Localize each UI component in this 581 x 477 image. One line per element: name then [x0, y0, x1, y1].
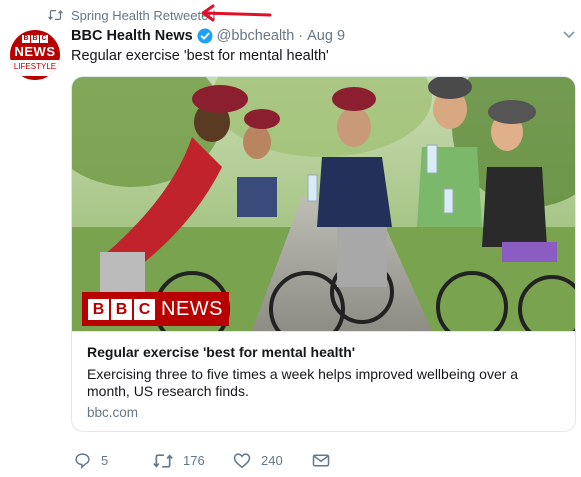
bbc-logo-blocks: B B C [22, 35, 48, 43]
avatar-news-text: NEWS [14, 44, 56, 59]
bbc-news-word: NEWS [161, 297, 223, 320]
like-count: 240 [261, 453, 283, 468]
chevron-down-icon[interactable] [562, 30, 576, 40]
verified-badge-icon [197, 28, 213, 44]
reply-count: 5 [101, 453, 109, 468]
bbc-logo-c: C [134, 298, 155, 320]
bbc-news-logo: B B C NEWS [82, 292, 229, 326]
heart-icon [233, 453, 251, 469]
card-title: Regular exercise 'best for mental health… [87, 344, 356, 360]
retweet-icon [48, 9, 63, 21]
retweet-count: 176 [183, 453, 205, 468]
avatar[interactable]: B B C NEWS LIFESTYLE [10, 30, 60, 80]
reply-icon [75, 453, 90, 469]
user-handle[interactable]: @bbchealth [217, 28, 295, 44]
bbc-logo-b2: B [111, 298, 132, 320]
envelope-icon [312, 454, 330, 467]
retweet-button[interactable]: 176 [153, 453, 233, 469]
tweet-header: BBC Health News @bbchealth · Aug 9 [71, 28, 345, 44]
retweeted-by-label: Spring Health Retweeted [71, 7, 216, 23]
bbc-logo-b2: B [31, 35, 39, 43]
card-description: Exercising three to five times a week he… [87, 366, 519, 399]
display-name[interactable]: BBC Health News [71, 28, 193, 44]
like-button[interactable]: 240 [233, 452, 312, 469]
bbc-logo-c: C [40, 35, 48, 43]
tweet-date[interactable]: Aug 9 [307, 28, 345, 44]
retweet-icon [153, 453, 173, 468]
link-card[interactable]: B B C NEWS Regular exercise 'best for me… [71, 76, 576, 432]
tweet-text: Regular exercise 'best for mental health… [71, 48, 329, 64]
avatar-lifestyle-text: LIFESTYLE [10, 60, 60, 76]
bbc-logo-b1: B [88, 298, 109, 320]
reply-button[interactable]: 5 [74, 452, 153, 469]
annotation-arrow [201, 4, 272, 22]
retweet-context[interactable]: Spring Health Retweeted [48, 6, 216, 24]
tweet-actions: 5 176 240 [74, 452, 340, 469]
card-image: B B C NEWS [72, 77, 575, 331]
direct-message-button[interactable] [312, 453, 340, 468]
separator-dot: · [298, 28, 304, 44]
card-body: Regular exercise 'best for mental health… [72, 331, 575, 431]
bbc-logo-b1: B [22, 35, 30, 43]
card-domain: bbc.com [87, 405, 139, 420]
